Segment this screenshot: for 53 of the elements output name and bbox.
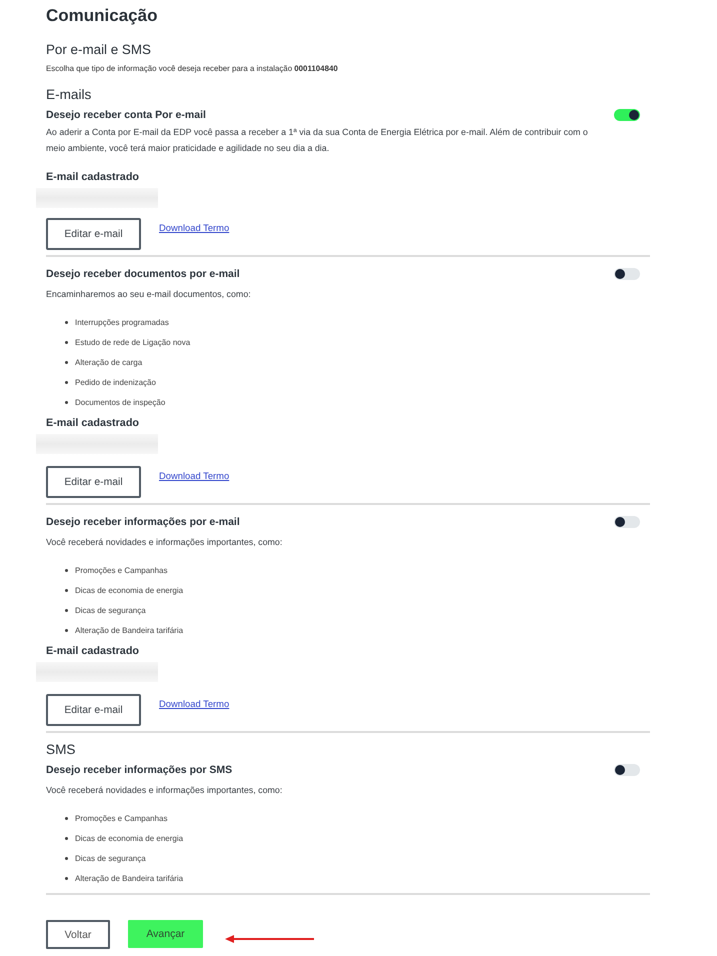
bullet-icon [65,608,68,612]
field-label: E-mail cadastrado [46,644,140,658]
edit-email-button[interactable]: Editar e-mail [46,694,141,726]
download-link[interactable]: Download Termo [159,698,230,709]
group-heading: SMS [46,741,76,759]
bullet-icon [65,568,68,572]
list-item-text: Dicas de segurança [75,852,146,864]
list-item-text: Documentos de inspeção [75,396,166,408]
edit-email-button[interactable]: Editar e-mail [46,218,141,250]
option-title: Desejo receber documentos por e-mail [46,267,240,281]
field-label: E-mail cadastrado [46,416,140,430]
bullet-icon [65,856,68,860]
list-item-text: Dicas de economia de energia [75,584,184,596]
list-item-text: Alteração de carga [75,356,142,368]
bullet-icon [65,836,68,840]
download-link[interactable]: Download Termo [159,222,230,233]
list-item-text: Dicas de segurança [75,604,146,616]
bullet-icon [65,588,68,592]
list-item-text: Alteração de Bandeira tarifária [75,872,184,884]
toggle-switch[interactable] [614,516,640,528]
edit-email-button[interactable]: Editar e-mail [46,466,141,498]
toggle-switch[interactable] [614,109,640,121]
list-item-text: Interrupções programadas [75,316,169,328]
list-item-text: Estudo de rede de Ligação nova [75,336,190,348]
toggle-switch[interactable] [614,764,640,776]
option-description: Você receberá novidades e informações importantes, como: [46,784,284,797]
list-item-text: Pedido de indenização [75,376,156,388]
field-label: E-mail cadastrado [46,170,140,184]
bullet-icon [65,628,68,632]
option-description: Você receberá novidades e informações importantes, como: [46,536,284,549]
download-link[interactable]: Download Termo [159,470,230,481]
option-title: Desejo receber informações por e-mail [46,515,240,529]
section-subtitle: Por e-mail e SMS [46,41,152,59]
bullet-icon [65,876,68,880]
bullet-icon [65,380,68,384]
page-title: Comunicação [46,6,158,26]
toggle-switch[interactable] [614,268,640,280]
option-description: Ao aderir a Conta por E-mail da EDP você passa a receber a 1ª via da sua Conta de Energia Elétrica por e-mail. Além de contribuir com o meio ambiente, você terá maior praticidade e agilidade no seu dia a dia. [46,126,589,155]
bullet-icon [65,400,68,404]
group-heading: E-mails [46,86,92,104]
list-item-text: Promoções e Campanhas [75,812,168,824]
bullet-icon [65,360,68,364]
bullet-icon [65,816,68,820]
option-title: Desejo receber conta Por e-mail [46,108,206,122]
option-title: Desejo receber informações por SMS [46,763,232,777]
option-description: Encaminharemos ao seu e-mail documentos, como: [46,288,252,301]
list-item-text: Alteração de Bandeira tarifária [75,624,184,636]
bullet-icon [65,320,68,324]
list-item-text: Promoções e Campanhas [75,564,168,576]
back-button[interactable]: Voltar [46,920,110,949]
bullet-icon [65,340,68,344]
next-button[interactable]: Avançar [128,920,203,948]
list-item-text: Dicas de economia de energia [75,832,184,844]
